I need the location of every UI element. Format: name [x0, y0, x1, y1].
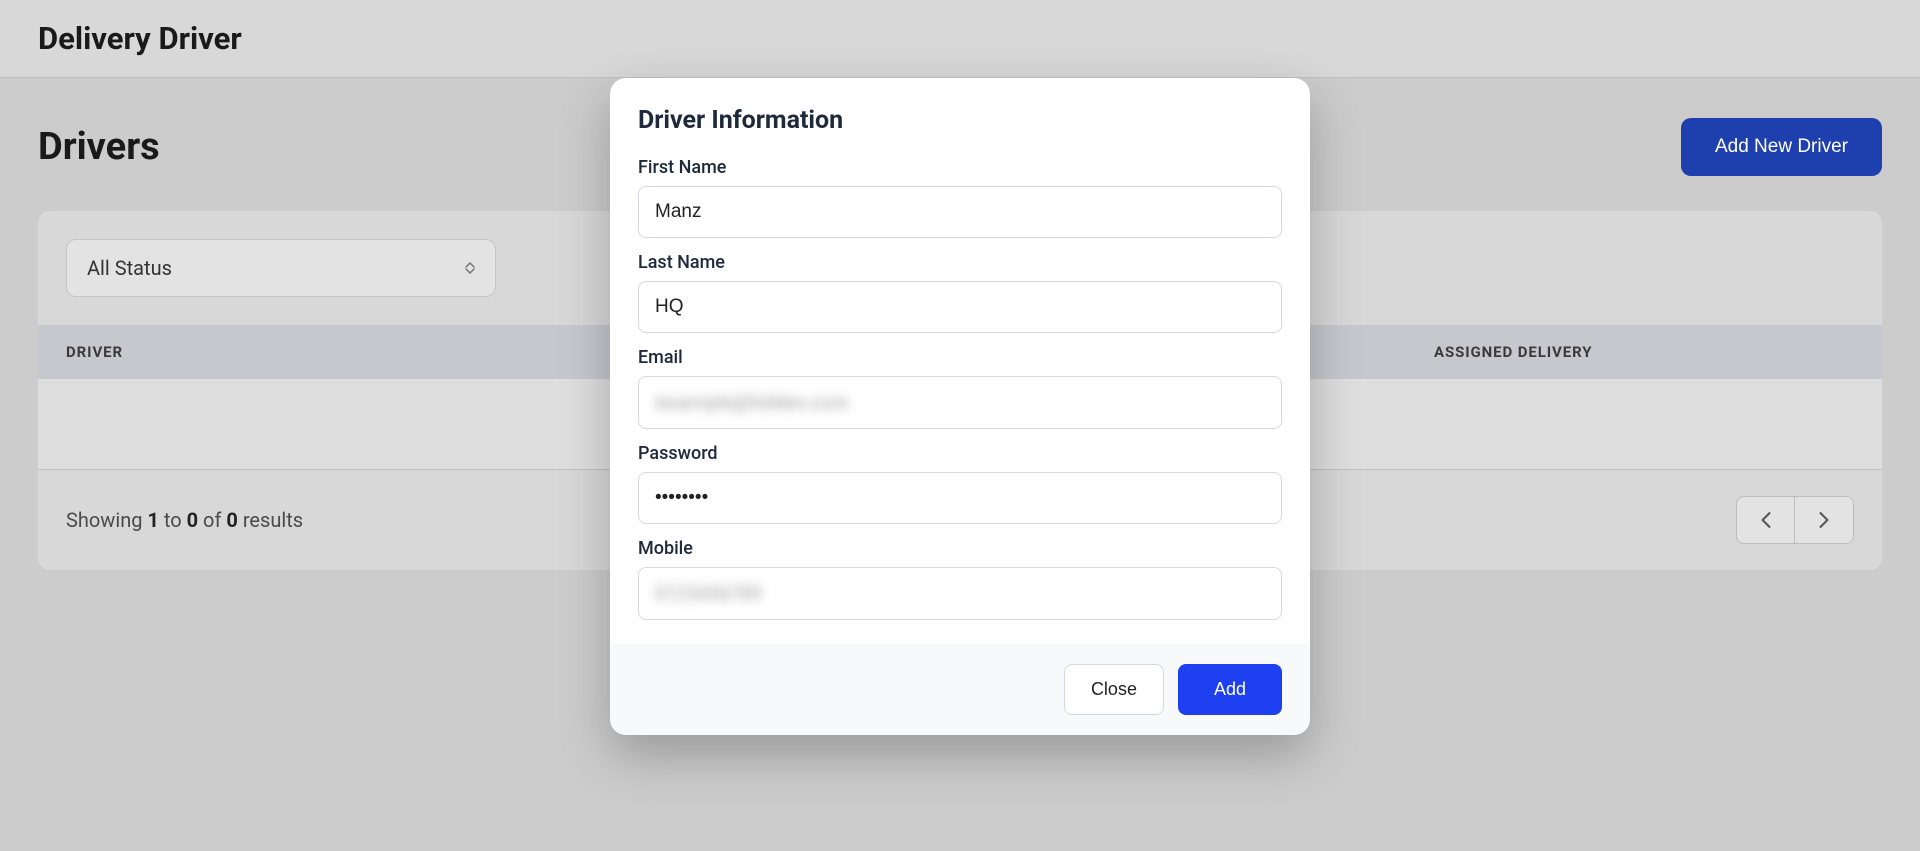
- password-label: Password: [638, 443, 1282, 464]
- close-button[interactable]: Close: [1064, 664, 1164, 715]
- first-name-label: First Name: [638, 157, 1282, 178]
- email-label: Email: [638, 347, 1282, 368]
- password-group: Password: [638, 443, 1282, 524]
- email-group: Email Iexample@hidden.com: [638, 347, 1282, 429]
- add-button[interactable]: Add: [1178, 664, 1282, 715]
- last-name-label: Last Name: [638, 252, 1282, 273]
- modal-backdrop: Driver Information First Name Last Name …: [0, 0, 1920, 851]
- mobile-label: Mobile: [638, 538, 1282, 559]
- mobile-group: Mobile 0123456789: [638, 538, 1282, 620]
- last-name-input[interactable]: [638, 281, 1282, 333]
- driver-info-modal: Driver Information First Name Last Name …: [610, 78, 1310, 735]
- first-name-input[interactable]: [638, 186, 1282, 238]
- last-name-group: Last Name: [638, 252, 1282, 333]
- modal-footer: Close Add: [610, 644, 1310, 735]
- modal-title: Driver Information: [638, 106, 1282, 135]
- password-input[interactable]: [638, 472, 1282, 524]
- email-input[interactable]: Iexample@hidden.com: [638, 376, 1282, 429]
- modal-body: Driver Information First Name Last Name …: [610, 78, 1310, 644]
- first-name-group: First Name: [638, 157, 1282, 238]
- mobile-input[interactable]: 0123456789: [638, 567, 1282, 620]
